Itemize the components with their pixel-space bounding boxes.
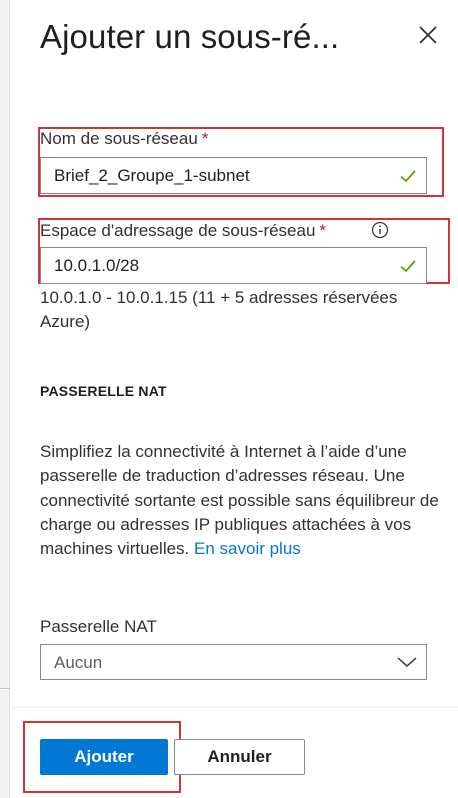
required-marker: *: [201, 129, 209, 148]
nat-gateway-label: Passerelle NAT: [40, 617, 157, 636]
cancel-button[interactable]: Annuler: [174, 739, 305, 775]
footer-divider: [11, 707, 458, 708]
panel-title: Ajouter un sous-ré...: [40, 18, 340, 55]
background-page-edge: [0, 0, 10, 798]
subnet-name-label: Nom de sous-réseau *: [40, 129, 208, 149]
subnet-name-input[interactable]: [41, 158, 426, 193]
close-icon: [419, 26, 437, 44]
subnet-name-label-text: Nom de sous-réseau: [40, 129, 198, 148]
learn-more-link[interactable]: En savoir plus: [194, 539, 301, 558]
close-button[interactable]: [415, 22, 441, 48]
chevron-down-icon: [397, 657, 417, 668]
background-divider: [0, 688, 10, 689]
add-subnet-panel: Ajouter un sous-ré... Nom de sous-réseau…: [11, 0, 458, 798]
address-space-field[interactable]: [40, 247, 427, 284]
nat-gateway-section-heading: PASSERELLE NAT: [40, 383, 167, 399]
nat-gateway-description: Simplifiez la connectivité à Internet à …: [40, 440, 442, 561]
address-space-label-text: Espace d'adressage de sous-réseau: [40, 221, 316, 240]
check-icon: [400, 170, 416, 183]
nat-gateway-dropdown[interactable]: Aucun: [40, 644, 427, 680]
address-range-hint: 10.0.1.0 - 10.0.1.15 (11 + 5 adresses ré…: [40, 288, 398, 331]
info-icon[interactable]: [371, 221, 389, 239]
check-icon: [400, 260, 416, 273]
address-space-input[interactable]: [41, 248, 426, 283]
required-marker: *: [319, 221, 327, 240]
add-button[interactable]: Ajouter: [40, 739, 168, 775]
subnet-name-field[interactable]: [40, 157, 427, 194]
nat-gateway-selected-value: Aucun: [54, 653, 103, 672]
address-space-label: Espace d'adressage de sous-réseau *: [40, 221, 326, 241]
